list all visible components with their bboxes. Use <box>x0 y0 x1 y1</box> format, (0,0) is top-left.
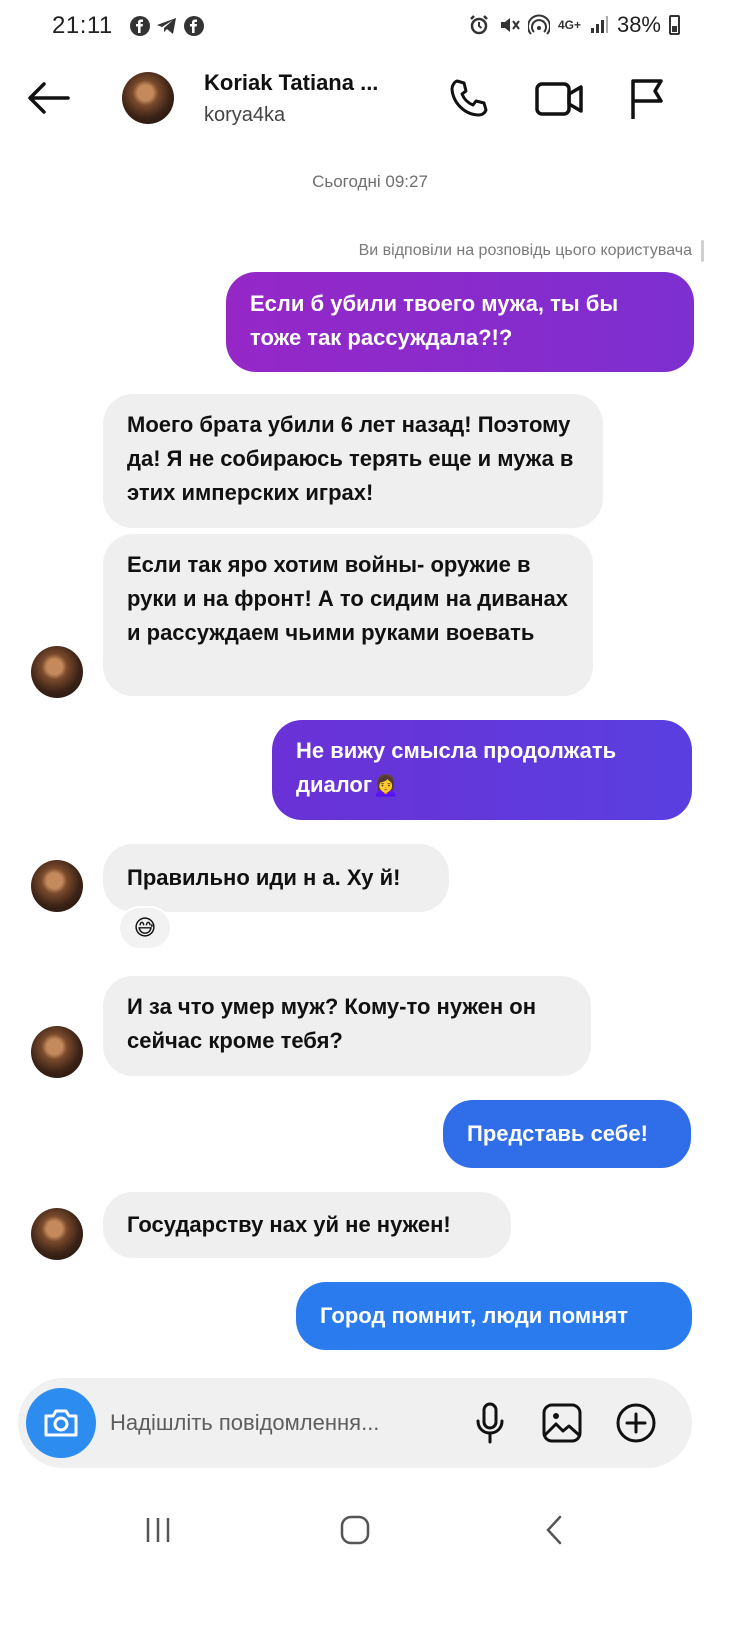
received-message-bubble[interactable]: Государству нах уй не нужен! <box>103 1192 511 1258</box>
sent-message-bubble[interactable]: Если б убили твоего мужа, ты бы тоже так… <box>226 272 694 372</box>
battery-icon <box>669 15 680 35</box>
notification-icons <box>130 16 204 36</box>
back-icon <box>546 1515 562 1545</box>
phone-icon <box>450 79 488 117</box>
back-arrow-icon <box>28 82 70 114</box>
voice-message-button[interactable] <box>466 1398 514 1448</box>
home-button[interactable] <box>325 1510 385 1550</box>
report-button[interactable] <box>622 74 672 124</box>
camera-icon <box>44 1409 78 1437</box>
telegram-icon <box>157 18 176 34</box>
gallery-icon <box>542 1403 582 1443</box>
recent-apps-button[interactable] <box>128 1510 188 1550</box>
alarm-icon <box>470 15 488 35</box>
received-message-bubble[interactable]: Правильно иди н а. Ху й! <box>103 844 449 912</box>
received-message-bubble[interactable]: Моего брата убили 6 лет назад! Поэтому д… <box>103 394 603 528</box>
hotspot-icon <box>527 14 550 35</box>
contact-name[interactable]: Koriak Tatiana ... <box>204 70 378 96</box>
message-input[interactable] <box>110 1406 450 1440</box>
reply-indicator-bar <box>701 240 704 262</box>
voice-call-button[interactable] <box>444 74 494 124</box>
sender-avatar[interactable] <box>31 1208 83 1260</box>
plus-icon <box>616 1403 656 1443</box>
signal-icon <box>590 16 608 33</box>
facebook-icon <box>130 16 150 36</box>
more-options-button[interactable] <box>612 1398 660 1448</box>
video-call-button[interactable] <box>534 74 584 124</box>
gallery-button[interactable] <box>538 1398 586 1448</box>
camera-button[interactable] <box>26 1388 96 1458</box>
system-navigation-bar <box>0 1480 740 1580</box>
status-bar: 21:11 4G+ 38% <box>0 0 740 52</box>
chat-header: Koriak Tatiana ... korya4ka <box>0 52 740 148</box>
video-camera-icon <box>535 82 583 116</box>
flag-icon <box>631 79 663 119</box>
received-message-bubble[interactable]: Если так яро хотим войны- оружие в руки … <box>103 534 593 696</box>
message-composer <box>18 1378 692 1468</box>
sent-message-bubble[interactable]: Город помнит, люди помнят <box>296 1282 692 1350</box>
battery-percent: 38% <box>616 12 661 37</box>
story-reply-notice: Ви відповіли на розповідь цього користув… <box>358 242 692 259</box>
sent-message-bubble[interactable]: Представь себе! <box>443 1100 691 1168</box>
received-message-bubble[interactable]: И за что умер муж? Кому-то нужен он сейч… <box>103 976 591 1076</box>
mute-icon <box>500 18 520 32</box>
sender-avatar[interactable] <box>31 1026 83 1078</box>
sender-avatar[interactable] <box>31 860 83 912</box>
home-icon <box>340 1515 370 1545</box>
sender-avatar[interactable] <box>31 646 83 698</box>
message-timestamp: Сьогодні 09:27 <box>312 172 428 191</box>
recent-apps-icon <box>146 1518 170 1542</box>
network-type: 4G+ <box>557 18 581 32</box>
microphone-icon <box>476 1402 504 1444</box>
facebook-icon <box>184 16 204 36</box>
sent-message-bubble[interactable]: Не вижу смысла продолжать диалог🙍‍♀️ <box>272 720 692 820</box>
system-status: 4G+ 38% <box>468 12 680 38</box>
status-time: 21:11 <box>52 12 113 39</box>
contact-username[interactable]: korya4ka <box>204 104 285 127</box>
contact-avatar[interactable] <box>122 72 174 124</box>
back-button[interactable] <box>22 76 74 120</box>
nav-back-button[interactable] <box>524 1510 584 1550</box>
message-reaction[interactable]: 😅 <box>118 906 172 950</box>
